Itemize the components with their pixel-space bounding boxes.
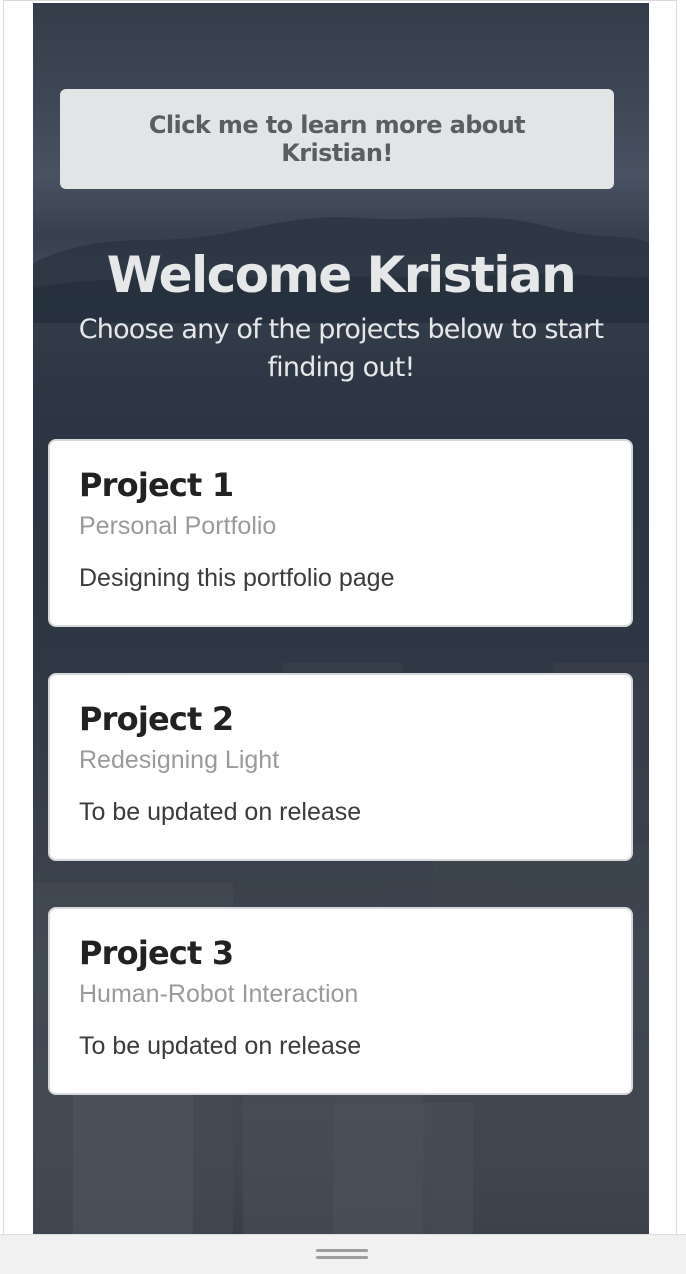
drag-handle-icon[interactable] bbox=[316, 1249, 368, 1261]
project-description: To be updated on release bbox=[79, 798, 362, 826]
project-title: Project 1 bbox=[79, 466, 234, 504]
project-card-3[interactable]: Project 3 Human-Robot Interaction To be … bbox=[48, 907, 633, 1095]
project-title: Project 2 bbox=[79, 700, 234, 738]
bottom-bar bbox=[0, 1234, 686, 1274]
welcome-subtitle: Choose any of the projects below to star… bbox=[78, 314, 604, 383]
welcome-title: Welcome Kristian bbox=[106, 246, 577, 304]
project-subtitle: Human-Robot Interaction bbox=[79, 980, 359, 1008]
project-card-1[interactable]: Project 1 Personal Portfolio Designing t… bbox=[48, 439, 633, 627]
project-title: Project 3 bbox=[79, 934, 234, 972]
project-card-2[interactable]: Project 2 Redesigning Light To be update… bbox=[48, 673, 633, 861]
project-subtitle: Personal Portfolio bbox=[79, 512, 277, 540]
project-description: To be updated on release bbox=[79, 1032, 362, 1060]
project-description: Designing this portfolio page bbox=[79, 564, 395, 592]
hero-background: Click me to learn more about Kristian! W… bbox=[33, 3, 649, 1234]
browser-viewport: Click me to learn more about Kristian! W… bbox=[3, 0, 677, 1234]
learn-more-button[interactable]: Click me to learn more about Kristian! bbox=[60, 89, 614, 189]
project-subtitle: Redesigning Light bbox=[79, 746, 280, 774]
